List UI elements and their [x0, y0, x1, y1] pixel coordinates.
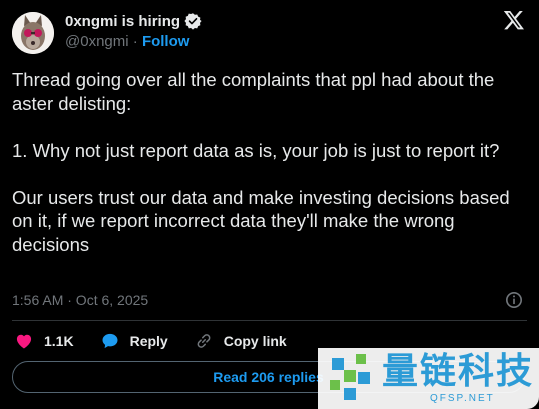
tweet-actions: 1.1K Reply Copy link	[14, 331, 313, 351]
x-logo-icon[interactable]	[503, 9, 525, 31]
author-handle[interactable]: @0xngmi	[65, 33, 129, 50]
verified-badge-icon	[184, 13, 202, 30]
copy-link-button[interactable]: Copy link	[194, 331, 287, 351]
info-icon[interactable]	[505, 291, 523, 309]
watermark-subtitle: QFSP.NET	[430, 393, 495, 404]
watermark-title: 量链科技	[382, 351, 535, 392]
author-handle-row: @0xngmi · Follow	[65, 33, 189, 50]
reply-button[interactable]: Reply	[100, 331, 168, 351]
handle-separator: ·	[132, 33, 138, 50]
like-count: 1.1K	[44, 333, 74, 349]
reply-bubble-icon	[102, 333, 118, 349]
link-icon	[197, 334, 211, 348]
divider	[12, 320, 527, 321]
reply-label: Reply	[129, 333, 168, 349]
author-name[interactable]: 0xngmi is hiring	[65, 12, 202, 30]
follow-button[interactable]: Follow	[142, 33, 190, 50]
tweet-embed-card: 0xngmi is hiring @0xngmi · Follow Thread…	[0, 0, 539, 409]
avatar[interactable]	[12, 12, 54, 54]
watermark-logo-icon	[330, 354, 370, 400]
tweet-text: Thread going over all the complaints tha…	[12, 69, 510, 255]
heart-icon	[16, 334, 32, 349]
author-display-name[interactable]: 0xngmi is hiring	[65, 13, 180, 30]
like-button[interactable]: 1.1K	[14, 331, 74, 351]
tweet-timestamp[interactable]: 1:56 AM · Oct 6, 2025	[12, 292, 148, 308]
copy-link-label: Copy link	[223, 333, 287, 349]
watermark: 量链科技 QFSP.NET	[318, 348, 539, 409]
